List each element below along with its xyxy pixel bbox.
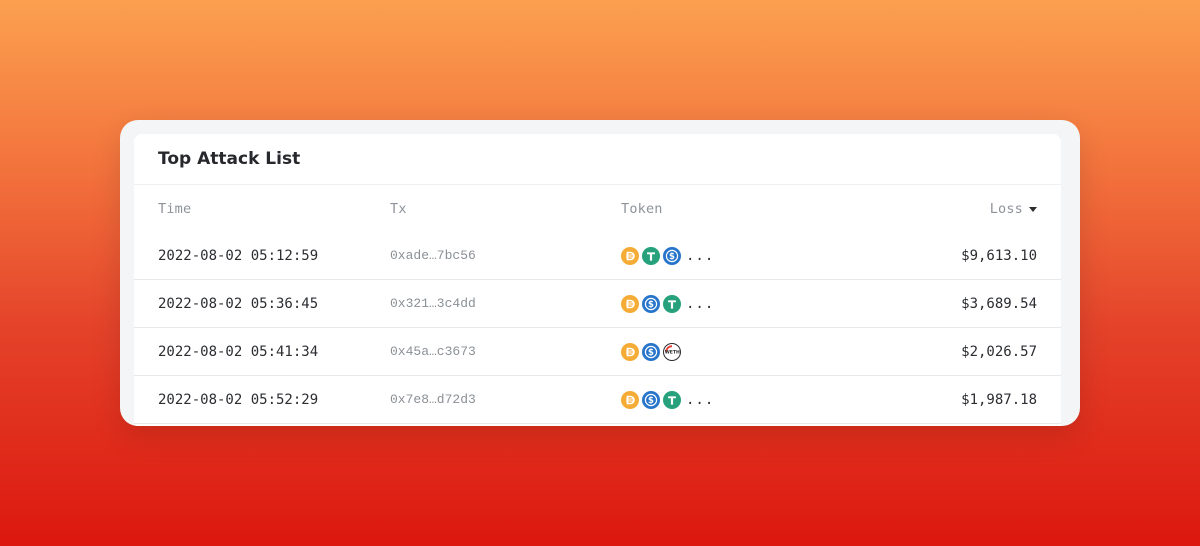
- more-tokens-ellipsis: ...: [686, 247, 715, 264]
- cell-tx-link[interactable]: 0xade…7bc56: [390, 248, 476, 263]
- dai-icon: [621, 342, 639, 361]
- svg-text:WETH: WETH: [665, 349, 680, 355]
- dai-icon: [621, 294, 639, 313]
- widget-frame: Top Attack List Time Tx Token Loss 2022-…: [120, 120, 1080, 426]
- usdc-icon: $: [642, 294, 660, 313]
- cell-time: 2022-08-02 05:52:29: [158, 391, 319, 408]
- dai-icon: [621, 246, 639, 265]
- table-row[interactable]: 2022-08-02 05:12:59 0xade…7bc56 $... $9,613…: [134, 232, 1061, 280]
- cell-time: 2022-08-02 05:36:45: [158, 295, 319, 312]
- svg-text:$: $: [669, 252, 675, 262]
- table-body: 2022-08-02 05:12:59 0xade…7bc56 $... $9,613…: [134, 232, 1061, 424]
- usdt-icon: [642, 246, 660, 265]
- dai-icon: [621, 390, 639, 409]
- cell-tokens: $...: [621, 294, 715, 313]
- usdc-icon: $: [663, 246, 681, 265]
- sort-desc-icon: [1029, 206, 1037, 212]
- svg-text:$: $: [648, 300, 654, 310]
- table-row[interactable]: 2022-08-02 05:41:34 0x45a…c3673 $ WETH $2,02…: [134, 328, 1061, 376]
- column-header-time[interactable]: Time: [158, 201, 191, 217]
- cell-time: 2022-08-02 05:41:34: [158, 343, 319, 360]
- cell-tx-link[interactable]: 0x321…3c4dd: [390, 296, 476, 311]
- usdc-icon: $: [642, 390, 660, 409]
- more-tokens-ellipsis: ...: [686, 295, 715, 312]
- cell-time: 2022-08-02 05:12:59: [158, 247, 319, 264]
- cell-tokens: $...: [621, 246, 715, 265]
- table-row[interactable]: 2022-08-02 05:52:29 0x7e8…d72d3 $... $1,987…: [134, 376, 1061, 424]
- svg-text:$: $: [648, 396, 654, 406]
- table-row[interactable]: 2022-08-02 05:36:45 0x321…3c4dd $... $3,689…: [134, 280, 1061, 328]
- card-title: Top Attack List: [158, 149, 301, 169]
- table-header: Time Tx Token Loss: [134, 185, 1061, 232]
- column-header-tx[interactable]: Tx: [390, 201, 407, 217]
- cell-loss: $2,026.57: [961, 343, 1037, 360]
- column-header-loss-sort[interactable]: Loss: [990, 201, 1037, 217]
- more-tokens-ellipsis: ...: [686, 391, 715, 408]
- cell-tx-link[interactable]: 0x7e8…d72d3: [390, 392, 476, 407]
- column-header-token[interactable]: Token: [621, 201, 663, 217]
- svg-text:$: $: [648, 348, 654, 358]
- cell-loss: $9,613.10: [961, 247, 1037, 264]
- usdt-icon: [663, 294, 681, 313]
- weth-icon: WETH: [663, 342, 681, 361]
- cell-loss: $1,987.18: [961, 391, 1037, 408]
- usdt-icon: [663, 390, 681, 409]
- card-header: Top Attack List: [134, 134, 1061, 185]
- column-header-loss-label: Loss: [989, 200, 1023, 217]
- cell-tokens: $...: [621, 390, 715, 409]
- cell-loss: $3,689.54: [961, 295, 1037, 312]
- top-attack-list-card: Top Attack List Time Tx Token Loss 2022-…: [134, 134, 1061, 426]
- usdc-icon: $: [642, 342, 660, 361]
- cell-tx-link[interactable]: 0x45a…c3673: [390, 344, 476, 359]
- cell-tokens: $ WETH: [621, 342, 684, 361]
